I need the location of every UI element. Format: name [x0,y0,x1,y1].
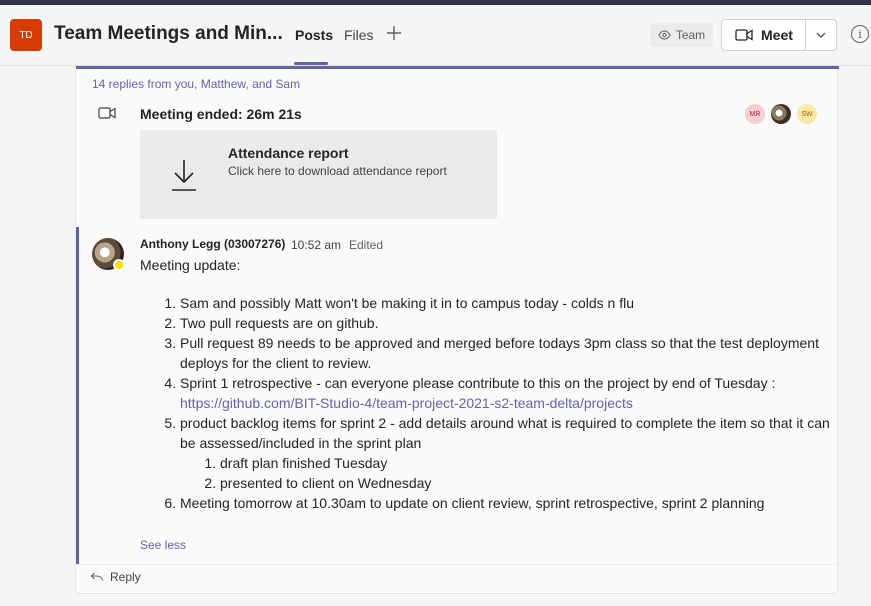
chevron-down-icon [816,32,826,38]
team-avatar[interactable]: TD [10,19,42,51]
list-item: Sam and possibly Matt won't be making it… [180,293,830,313]
reply-arrow-icon [90,572,104,581]
message-intro: Meeting update: [140,257,241,273]
edited-label: Edited [349,238,384,252]
nested-list: draft plan finished Tuesday presented to… [180,453,830,493]
avatar[interactable]: SW [797,104,817,124]
github-projects-link[interactable]: https://github.com/BIT-Studio-4/team-pro… [180,395,633,411]
meet-label: Meet [761,27,793,43]
card-accent-bar [76,66,839,69]
attendance-report-card[interactable]: Attendance report Click here to download… [140,130,497,219]
attendance-report-subtitle: Click here to download attendance report [228,164,447,178]
see-less-link[interactable]: See less [140,538,186,552]
author-name[interactable]: Anthony Legg (03007276) [140,237,285,251]
avatar[interactable]: MR [745,104,765,124]
status-badge [113,259,125,271]
channel-header: TD Team Meetings and Min... Posts Files … [0,5,871,66]
video-camera-icon [735,29,753,41]
message-body: Sam and possibly Matt won't be making it… [140,293,830,513]
meet-options-button[interactable] [806,20,836,50]
list-item: product backlog items for sprint 2 - add… [180,413,830,493]
participant-avatars: MR SW [745,104,817,124]
replies-summary-link[interactable]: 14 replies from you, Matthew, and Sam [92,77,300,91]
reply-label: Reply [110,570,141,584]
meet-button[interactable]: Meet [722,20,806,50]
tab-posts[interactable]: Posts [295,27,333,43]
message-timestamp: 10:52 am [291,238,342,252]
team-pill-label: Team [675,28,706,42]
tab-files[interactable]: Files [344,27,374,43]
list-item: Two pull requests are on github. [180,313,830,333]
channel-title: Team Meetings and Min... [54,23,283,44]
list-item: Pull request 89 needs to be approved and… [180,333,830,373]
reply-accent-bar [76,227,79,564]
download-icon [172,160,196,191]
list-item-text: Sprint 1 retrospective - can everyone pl… [180,375,776,391]
list-item-text: product backlog items for sprint 2 - add… [180,415,830,451]
reply-row: Reply [76,564,839,594]
attendance-report-title: Attendance report [228,145,349,161]
meeting-ended-text: Meeting ended: 26m 21s [140,106,302,122]
active-tab-indicator [294,62,328,65]
list-item: presented to client on Wednesday [220,473,830,493]
numbered-list: Sam and possibly Matt won't be making it… [140,293,830,513]
list-item: draft plan finished Tuesday [220,453,830,473]
avatar[interactable] [771,104,791,124]
eye-icon [658,30,671,40]
reply-message: Anthony Legg (03007276) 10:52 am Edited … [76,227,839,564]
list-item: Sprint 1 retrospective - can everyone pl… [180,373,830,413]
add-tab-button[interactable] [386,24,402,44]
video-camera-icon [98,107,116,119]
info-icon[interactable]: i [851,25,869,43]
list-item: Meeting tomorrow at 10.30am to update on… [180,493,830,513]
conversation-card: 14 replies from you, Matthew, and Sam Me… [75,66,839,594]
plus-icon [387,26,401,40]
reply-button[interactable]: Reply [90,570,141,584]
meet-split-button: Meet [721,19,837,51]
team-visibility-pill[interactable]: Team [650,23,713,47]
